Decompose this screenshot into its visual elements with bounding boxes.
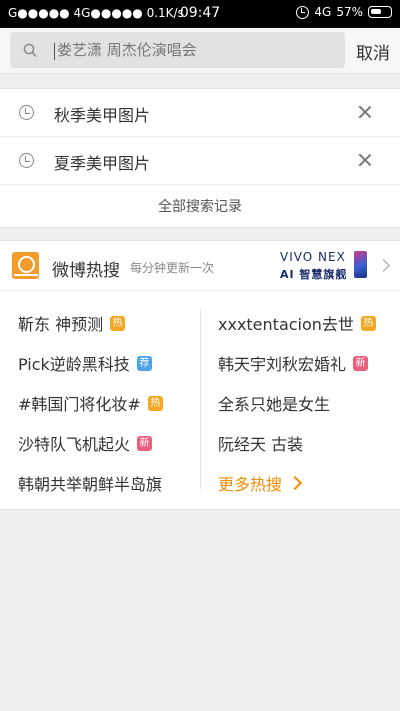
history-item-text: 秋季美甲图片	[54, 106, 151, 125]
ad-slogan: AI 智慧旗舰	[280, 268, 348, 281]
hot-topic-text: Pick逆龄黑科技	[18, 355, 130, 374]
status-right: 4G 57%	[296, 5, 392, 19]
hot-topic-text: 沙特队飞机起火	[18, 435, 131, 454]
history-item[interactable]: 秋季美甲图片	[0, 89, 400, 137]
history-item[interactable]: 夏季美甲图片	[0, 137, 400, 185]
hot-topic-item[interactable]: 阮经天 古装	[218, 431, 303, 455]
clock-icon	[19, 153, 34, 168]
clock-icon	[19, 105, 34, 120]
weibo-hot-search: 微博热搜 每分钟更新一次 VIVO NEX AI 智慧旗舰 靳东 神预测 热 P…	[0, 240, 400, 510]
text-cursor	[54, 43, 55, 60]
hot-topic-item[interactable]: #韩国门将化妆# 热	[18, 391, 163, 415]
chevron-right-icon	[287, 475, 303, 491]
hot-search-logo-icon	[12, 252, 39, 279]
hot-search-list: 靳东 神预测 热 Pick逆龄黑科技 荐 #韩国门将化妆# 热 沙特队飞机起火 …	[0, 291, 400, 511]
search-icon	[23, 43, 37, 58]
more-hot-search-link[interactable]: 更多热搜	[218, 471, 303, 495]
hot-badge: 热	[147, 395, 163, 411]
new-badge: 新	[353, 355, 369, 371]
hot-topic-text: 阮经天 古装	[218, 435, 304, 454]
hot-topic-item[interactable]: xxxtentacion去世 热	[218, 311, 376, 335]
hot-badge: 热	[110, 315, 126, 331]
hot-topic-item[interactable]: 韩朝共举朝鲜半岛旗	[18, 471, 162, 495]
hot-badge: 热	[360, 315, 376, 331]
hot-search-subtitle: 每分钟更新一次	[130, 261, 215, 275]
vivo-nex-ad-banner[interactable]: VIVO NEX AI 智慧旗舰	[280, 250, 368, 282]
hot-topic-text: 韩朝共举朝鲜半岛旗	[18, 475, 163, 494]
chevron-right-icon[interactable]	[377, 259, 390, 272]
hot-topic-text: xxxtentacion去世	[218, 315, 354, 334]
hot-topic-text: #韩国门将化妆#	[18, 395, 141, 414]
battery-level: 57%	[336, 5, 363, 19]
search-header: 取消	[0, 28, 400, 74]
ad-brand: VIVO NEX	[280, 250, 346, 264]
hot-topic-item[interactable]: 靳东 神预测 热	[18, 311, 126, 335]
recommend-badge: 荐	[136, 355, 152, 371]
hot-topic-item[interactable]: 沙特队飞机起火 新	[18, 431, 153, 455]
battery-icon	[368, 6, 392, 18]
cancel-button[interactable]: 取消	[356, 39, 390, 64]
search-history: 秋季美甲图片 夏季美甲图片 全部搜索记录	[0, 88, 400, 228]
network-type: 4G	[314, 5, 332, 19]
hot-topic-item[interactable]: 全系只她是女生	[218, 391, 330, 415]
more-hot-search-label: 更多热搜	[218, 475, 283, 494]
history-item-text: 夏季美甲图片	[54, 154, 151, 173]
hot-topic-text: 靳东 神预测	[18, 315, 104, 334]
hot-topic-item[interactable]: Pick逆龄黑科技 荐	[18, 351, 152, 375]
hot-topic-item[interactable]: 韩天宇刘秋宏婚礼 新	[218, 351, 369, 375]
column-divider	[200, 309, 201, 489]
all-search-history-link[interactable]: 全部搜索记录	[0, 185, 400, 227]
delete-history-icon[interactable]	[356, 103, 374, 121]
hot-topic-text: 韩天宇刘秋宏婚礼	[218, 355, 347, 374]
search-box[interactable]	[10, 32, 345, 68]
delete-history-icon[interactable]	[356, 151, 374, 169]
hot-search-title: 微博热搜	[52, 261, 120, 281]
hot-search-header[interactable]: 微博热搜 每分钟更新一次 VIVO NEX AI 智慧旗舰	[0, 241, 400, 291]
search-input[interactable]	[57, 32, 337, 68]
new-badge: 新	[137, 435, 153, 451]
alarm-icon	[296, 5, 310, 19]
phone-icon	[354, 251, 367, 278]
status-bar: G●●●●● 4G●●●●● 0.1K/s 09:47 4G 57%	[0, 0, 400, 28]
hot-topic-text: 全系只她是女生	[218, 395, 331, 414]
